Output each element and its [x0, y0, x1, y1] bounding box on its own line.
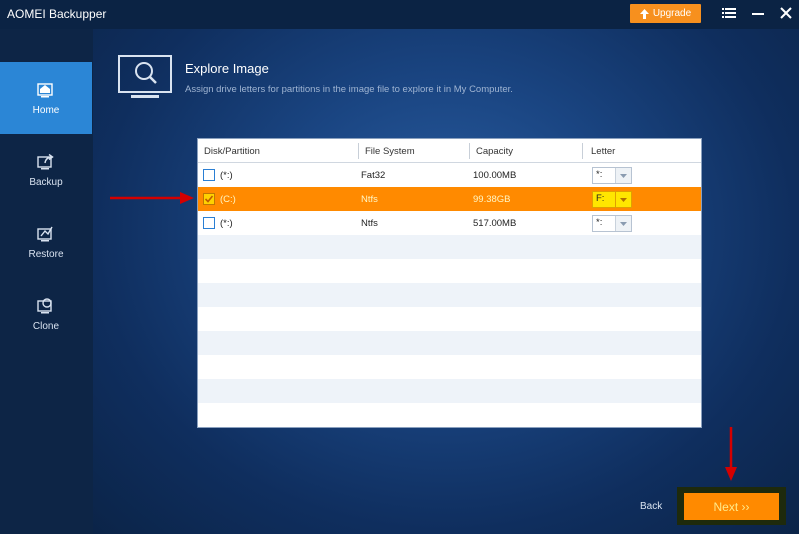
column-header-capacity[interactable]: Capacity — [476, 146, 513, 157]
home-icon — [37, 82, 53, 97]
capacity: 517.00MB — [473, 218, 517, 229]
annotation-arrow-right-icon — [110, 192, 194, 204]
explore-image-icon — [118, 55, 172, 98]
sidebar-item-label: Home — [32, 104, 60, 116]
title-bar: AOMEI Backupper Upgrade — [0, 0, 799, 29]
back-button[interactable]: Back — [640, 501, 662, 512]
drive-letter-select[interactable]: *: — [592, 215, 632, 232]
capacity: 99.38GB — [473, 194, 511, 205]
column-divider — [582, 143, 583, 159]
drive-letter-select[interactable]: *: — [592, 167, 632, 184]
empty-row — [198, 283, 701, 307]
sidebar-item-restore[interactable]: Restore — [0, 206, 92, 278]
empty-row — [198, 355, 701, 379]
restore-icon — [37, 226, 53, 241]
clone-icon — [37, 297, 52, 313]
column-divider — [469, 143, 470, 159]
app-title: AOMEI Backupper — [7, 7, 107, 21]
capacity: 100.00MB — [473, 170, 517, 181]
drive-letter-value: *: — [596, 169, 603, 180]
file-system: Fat32 — [361, 170, 386, 181]
sidebar-item-label: Backup — [29, 176, 63, 188]
empty-row — [198, 331, 701, 355]
empty-row — [198, 259, 701, 283]
sidebar-item-clone[interactable]: Clone — [0, 278, 92, 350]
file-system: Ntfs — [361, 194, 378, 205]
annotation-arrow-down-icon — [725, 427, 737, 481]
sidebar-item-label: Restore — [28, 248, 64, 260]
table-row[interactable]: (*:) Fat32 100.00MB *: — [198, 163, 701, 187]
column-divider — [358, 143, 359, 159]
table-header: Disk/Partition File System Capacity Lett… — [198, 139, 701, 163]
partition-table: Disk/Partition File System Capacity Lett… — [197, 138, 702, 428]
drive-letter-select[interactable]: F: — [592, 191, 632, 208]
empty-row — [198, 403, 701, 427]
row-checkbox[interactable] — [203, 217, 215, 229]
row-checkbox-checked[interactable] — [203, 193, 215, 205]
empty-row — [198, 379, 701, 403]
chevron-down-icon[interactable] — [615, 168, 631, 183]
sidebar: Home Backup Restore Clone — [0, 29, 93, 534]
partition-name: (*:) — [220, 218, 233, 229]
table-row-selected[interactable]: (C:) Ntfs 99.38GB F: — [198, 187, 701, 211]
backup-icon — [37, 153, 54, 169]
column-header-letter[interactable]: Letter — [591, 146, 615, 157]
empty-row — [198, 235, 701, 259]
page-subtitle: Assign drive letters for partitions in t… — [185, 84, 513, 95]
drive-letter-value: F: — [596, 193, 605, 204]
menu-icon[interactable] — [722, 6, 736, 20]
page-title: Explore Image — [185, 61, 269, 76]
empty-row — [198, 307, 701, 331]
column-header-filesystem[interactable]: File System — [365, 146, 415, 157]
row-checkbox[interactable] — [203, 169, 215, 181]
upgrade-label: Upgrade — [652, 8, 692, 19]
table-row[interactable]: (*:) Ntfs 517.00MB *: — [198, 211, 701, 235]
partition-name: (C:) — [220, 194, 236, 205]
upgrade-arrow-icon — [639, 8, 649, 19]
chevron-down-icon[interactable] — [615, 216, 631, 231]
sidebar-item-label: Clone — [32, 320, 60, 332]
file-system: Ntfs — [361, 218, 378, 229]
sidebar-item-backup[interactable]: Backup — [0, 134, 92, 206]
close-icon[interactable] — [779, 6, 793, 20]
checkmark-icon — [204, 195, 214, 203]
next-button[interactable]: Next ›› — [684, 493, 779, 520]
upgrade-button[interactable]: Upgrade — [630, 4, 701, 23]
sidebar-item-home[interactable]: Home — [0, 62, 92, 134]
minimize-icon[interactable] — [751, 6, 765, 20]
drive-letter-value: *: — [596, 217, 603, 228]
partition-name: (*:) — [220, 170, 233, 181]
chevron-down-icon[interactable] — [615, 192, 631, 207]
column-header-partition[interactable]: Disk/Partition — [204, 146, 260, 157]
